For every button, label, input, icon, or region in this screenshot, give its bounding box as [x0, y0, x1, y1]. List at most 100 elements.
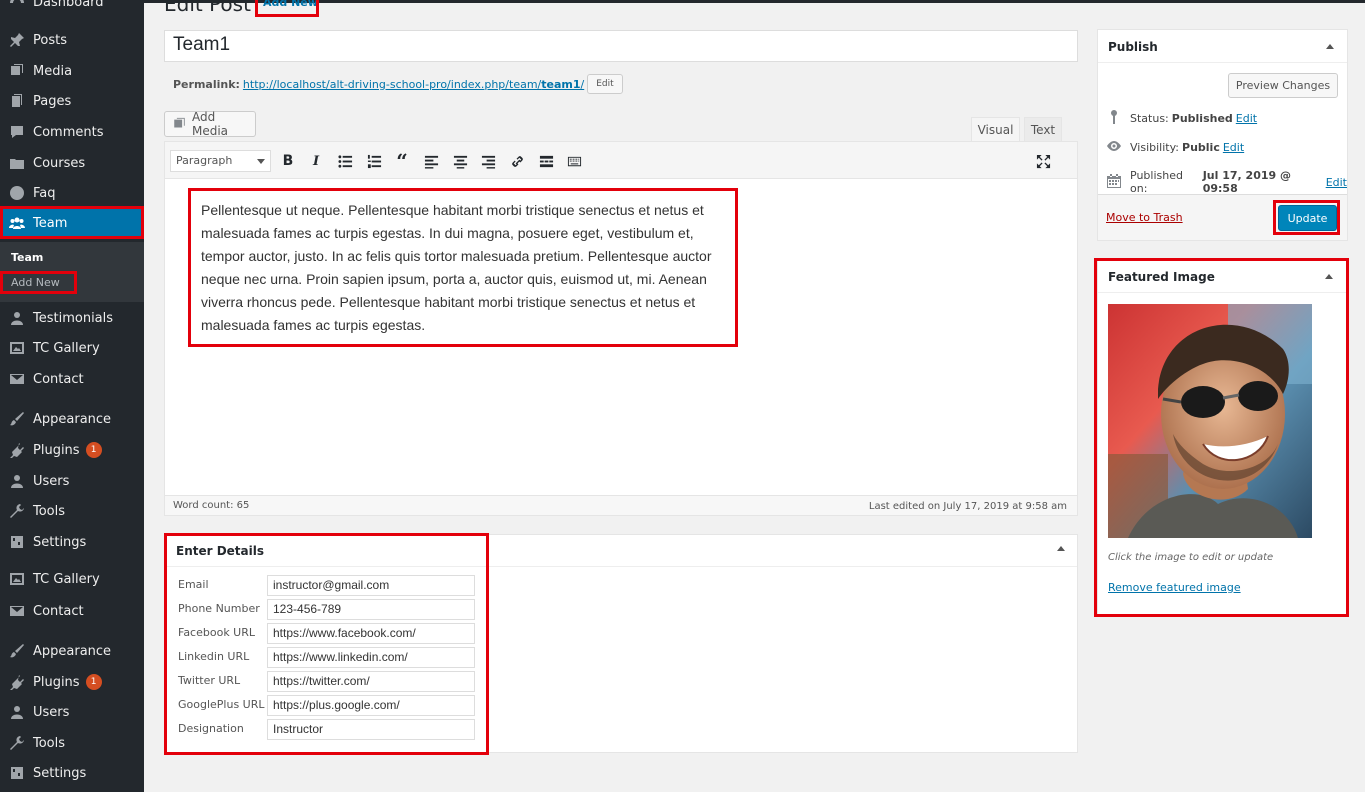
sidebar-item-contact[interactable]: Contact [0, 365, 144, 393]
align-left-icon[interactable] [420, 151, 442, 171]
update-button[interactable]: Update [1278, 205, 1337, 231]
googleplus-url-field[interactable]: https://plus.google.com/ [267, 695, 475, 716]
designation-field[interactable]: Instructor [267, 719, 475, 740]
tab-text[interactable]: Text [1024, 117, 1062, 142]
publish-box: Publish Preview Changes Status: Published… [1097, 29, 1348, 241]
twitter-url-field[interactable]: https://twitter.com/ [267, 671, 475, 692]
page-title: Edit Post [164, 0, 251, 16]
media-icon [8, 62, 26, 80]
sidebar-item-label: Media [33, 63, 73, 79]
sidebar-item-plugins-2[interactable]: Plugins 1 [0, 668, 144, 696]
phone-field[interactable]: 123-456-789 [267, 599, 475, 620]
sidebar-item-label: Plugins [33, 674, 80, 690]
sidebar-item-testimonials[interactable]: Testimonials [0, 304, 144, 332]
submenu-item-add-new[interactable]: Add New [11, 276, 60, 289]
remove-featured-image-link[interactable]: Remove featured image [1108, 581, 1241, 594]
sidebar-item-users[interactable]: Users [0, 467, 144, 495]
move-to-trash-link[interactable]: Move to Trash [1106, 211, 1183, 224]
preview-changes-button[interactable]: Preview Changes [1228, 73, 1338, 98]
edit-date-link[interactable]: Edit [1326, 176, 1347, 189]
numbered-list-icon[interactable] [363, 151, 385, 171]
sidebar-item-label: Team [33, 215, 68, 231]
permalink-row: Permalink: http://localhost/alt-driving-… [173, 74, 623, 94]
plugin-icon [8, 441, 26, 459]
post-title-input[interactable]: Team1 [164, 30, 1078, 62]
visibility-label: Visibility: [1130, 141, 1180, 154]
toolbar-toggle-icon[interactable] [563, 151, 585, 171]
sidebar-item-label: Courses [33, 155, 86, 171]
sidebar-item-label: Plugins [33, 442, 80, 458]
sidebar-item-contact-2[interactable]: Contact [0, 597, 144, 625]
collapse-toggle-icon[interactable] [1326, 44, 1334, 49]
add-media-button[interactable]: Add Media [164, 110, 256, 138]
read-more-icon[interactable] [535, 151, 557, 171]
submenu-item-team[interactable]: Team [11, 251, 43, 264]
dashboard-icon [8, 0, 26, 11]
folder-icon [8, 154, 26, 172]
add-new-button[interactable]: Add New [260, 0, 321, 9]
facebook-url-field[interactable]: https://www.facebook.com/ [267, 623, 475, 644]
word-count: Word count: 65 [173, 500, 250, 511]
sidebar-item-appearance[interactable]: Appearance [0, 405, 144, 433]
editor-content[interactable]: Pellentesque ut neque. Pellentesque habi… [201, 199, 721, 337]
add-media-label: Add Media [191, 110, 229, 138]
comment-icon [8, 123, 26, 141]
edit-permalink-button[interactable]: Edit [587, 74, 623, 94]
calendar-icon [1106, 173, 1130, 192]
email-field[interactable]: instructor@gmail.com [267, 575, 475, 596]
sidebar-item-label: Tools [33, 735, 66, 751]
sidebar-item-dashboard[interactable]: Dashboard [0, 0, 144, 16]
sidebar-item-comments[interactable]: Comments [0, 118, 144, 146]
permalink-link[interactable]: http://localhost/alt-driving-school-pro/… [243, 78, 584, 91]
sidebar-item-courses[interactable]: Courses [0, 149, 144, 177]
sidebar-item-pages[interactable]: Pages [0, 87, 144, 115]
envelope-icon [8, 370, 26, 388]
sidebar-item-users-2[interactable]: Users [0, 698, 144, 726]
sidebar-item-settings[interactable]: Settings [0, 528, 144, 556]
italic-icon[interactable]: I [305, 151, 327, 171]
sidebar-item-media[interactable]: Media [0, 57, 144, 85]
align-center-icon[interactable] [449, 151, 471, 171]
sidebar-item-posts[interactable]: Posts [0, 26, 144, 54]
settings-icon [8, 533, 26, 551]
details-title: Enter Details [165, 535, 1077, 567]
sidebar-item-tc-gallery[interactable]: TC Gallery [0, 334, 144, 362]
permalink-suffix: / [580, 77, 585, 91]
sidebar-item-appearance-2[interactable]: Appearance [0, 637, 144, 665]
editor-status-bar: Word count: 65 Last edited on July 17, 2… [165, 495, 1077, 515]
sidebar-item-label: Tools [33, 503, 66, 519]
sidebar-item-team[interactable]: Team [0, 209, 144, 237]
status-label: Status: [1130, 112, 1169, 125]
last-edited: Last edited on July 17, 2019 at 9:58 am [868, 501, 1067, 512]
media-icon [174, 117, 185, 128]
format-select[interactable]: Paragraph [170, 150, 271, 172]
status-value: Published [1171, 112, 1233, 125]
users-icon [8, 703, 26, 721]
align-right-icon[interactable] [477, 151, 499, 171]
plugin-icon [8, 673, 26, 691]
phone-label: Phone Number [178, 602, 260, 615]
gallery-icon [8, 339, 26, 357]
edit-status-link[interactable]: Edit [1236, 112, 1257, 125]
sidebar-item-faq[interactable]: Faq [0, 179, 144, 207]
published-label: Published on: [1130, 169, 1183, 195]
sidebar-item-tc-gallery-2[interactable]: TC Gallery [0, 565, 144, 593]
linkedin-url-field[interactable]: https://www.linkedin.com/ [267, 647, 475, 668]
edit-visibility-link[interactable]: Edit [1223, 141, 1244, 154]
sidebar-item-tools[interactable]: Tools [0, 497, 144, 525]
sidebar-item-tools-2[interactable]: Tools [0, 729, 144, 757]
format-select-value: Paragraph [176, 154, 233, 167]
sidebar-item-plugins[interactable]: Plugins 1 [0, 436, 144, 464]
fullscreen-icon[interactable] [1032, 151, 1054, 171]
bulleted-list-icon[interactable] [334, 151, 356, 171]
featured-image[interactable] [1108, 304, 1312, 538]
bold-icon[interactable]: B [277, 151, 299, 171]
collapse-toggle-icon[interactable] [1325, 274, 1333, 279]
link-icon[interactable] [506, 151, 528, 171]
tab-visual[interactable]: Visual [971, 117, 1020, 142]
sidebar-item-settings-2[interactable]: Settings [0, 759, 144, 787]
designation-label: Designation [178, 722, 244, 735]
editor-toolbar: Paragraph B I “ [165, 142, 1077, 179]
collapse-toggle-icon[interactable] [1057, 546, 1065, 551]
blockquote-icon[interactable]: “ [391, 149, 413, 173]
